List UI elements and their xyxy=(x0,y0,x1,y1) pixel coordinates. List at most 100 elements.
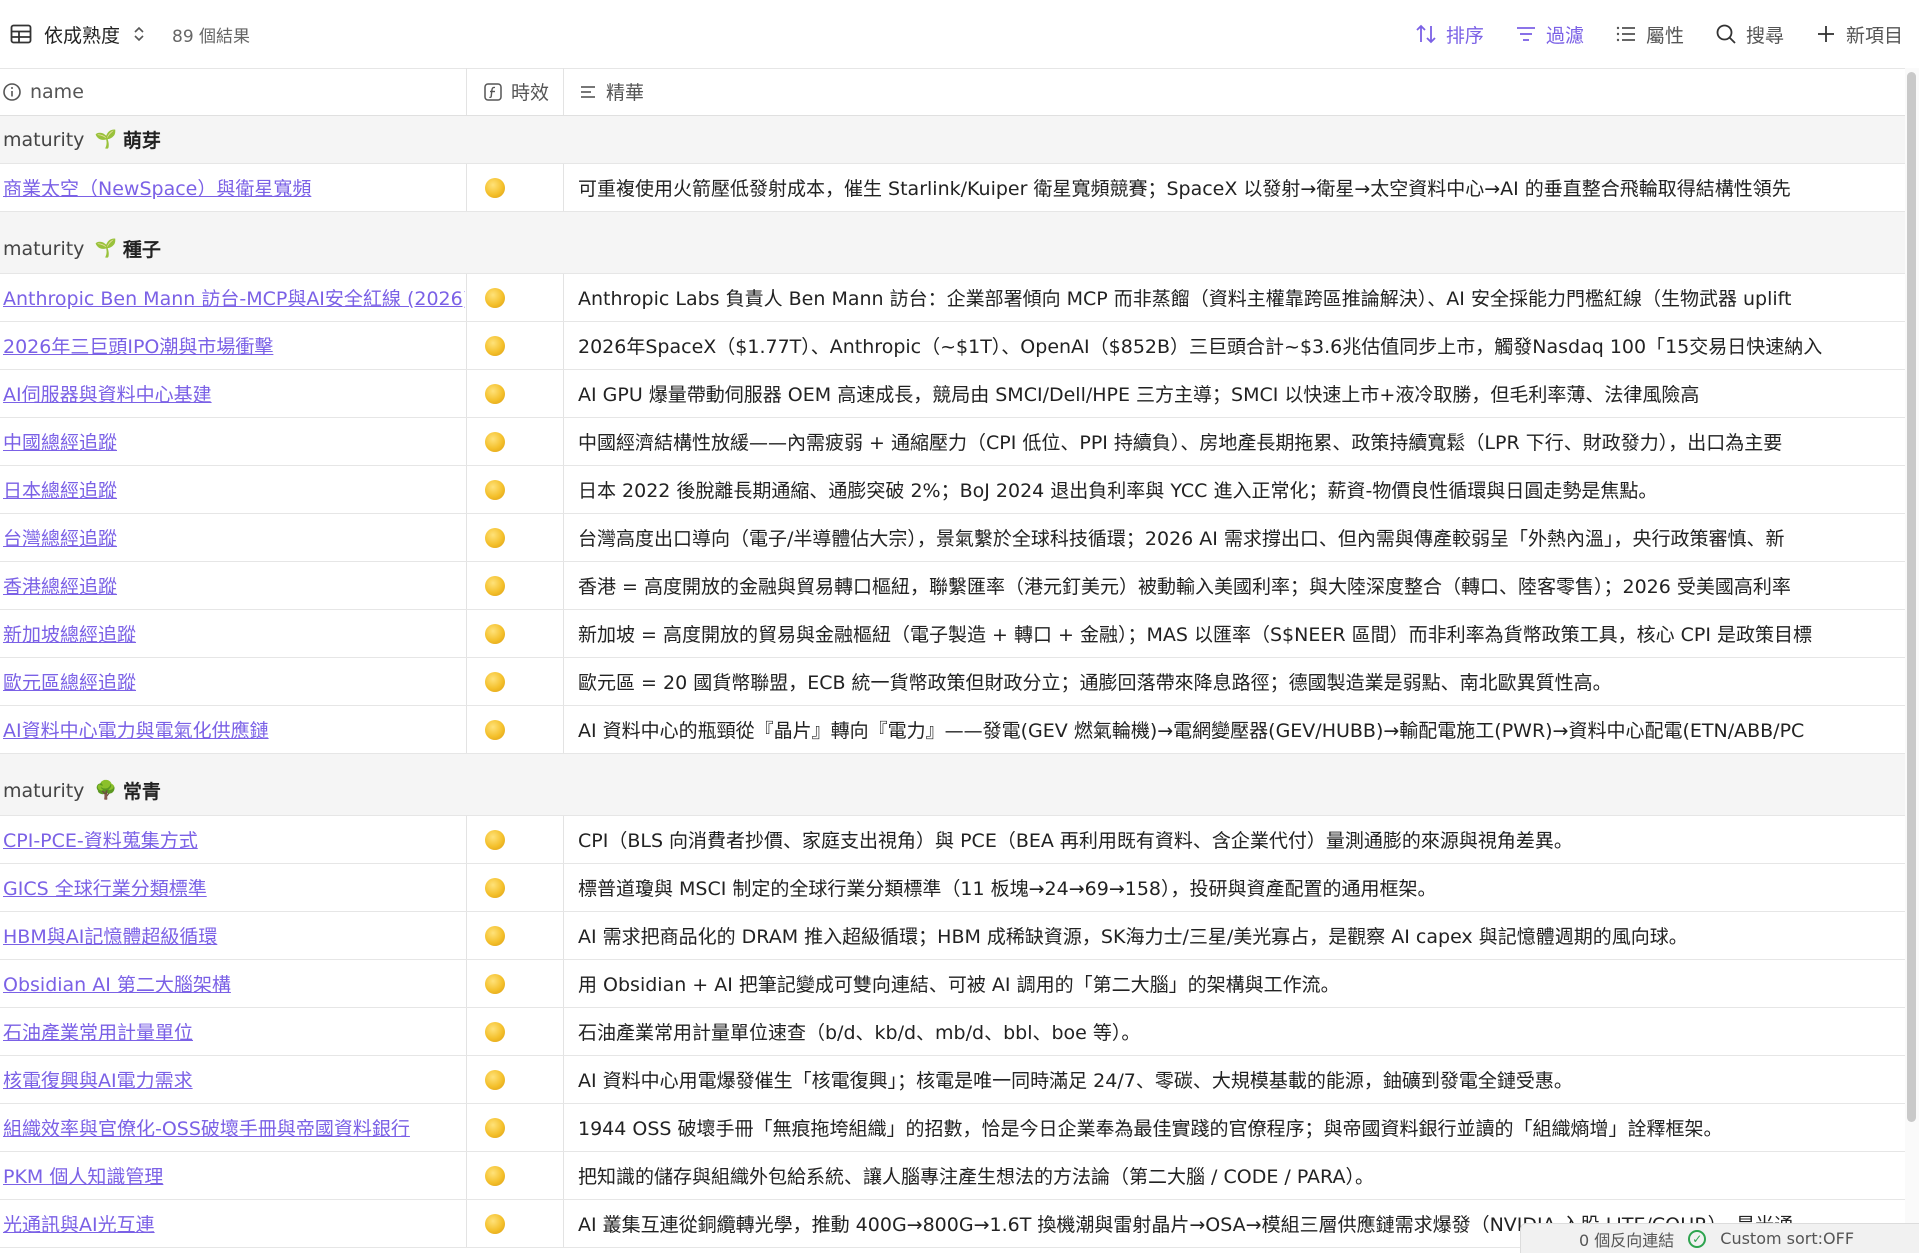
summary-cell[interactable]: 中國經濟結構性放緩——內需疲弱 + 通縮壓力（CPI 低位、PPI 持續負）、房… xyxy=(563,418,1905,465)
column-header-summary[interactable]: 精華 xyxy=(563,68,1905,115)
summary-cell[interactable]: 台灣高度出口導向（電子/半導體佔大宗），景氣繫於全球科技循環；2026 AI 需… xyxy=(563,514,1905,561)
status-dot-icon xyxy=(485,1117,505,1138)
summary-cell[interactable]: 石油產業常用計量單位速查（b/d、kb/d、mb/d、bbl、boe 等）。 xyxy=(563,1008,1905,1055)
status-dot-icon xyxy=(485,287,505,308)
table-row[interactable]: HBM與AI記憶體超級循環 AI 需求把商品化的 DRAM 推入超級循環；HBM… xyxy=(0,912,1905,960)
search-label: 搜尋 xyxy=(1745,24,1784,47)
summary-cell[interactable]: 用 Obsidian + AI 把筆記變成可雙向連結、可被 AI 調用的「第二大… xyxy=(563,960,1905,1007)
note-link[interactable]: 2026年三巨頭IPO潮與市場衝擊 xyxy=(3,332,273,359)
group-name: 常青 xyxy=(122,781,161,803)
column-header-effectiveness[interactable]: 時效 xyxy=(466,68,562,115)
properties-button[interactable]: 屬性 xyxy=(1614,21,1684,48)
note-link[interactable]: AI資料中心電力與電氣化供應鏈 xyxy=(3,716,269,743)
note-link[interactable]: PKM 個人知識管理 xyxy=(3,1162,163,1189)
table-row[interactable]: GICS 全球行業分類標準 標普道瓊與 MSCI 制定的全球行業分類標準（11 … xyxy=(0,864,1905,912)
seedling-icon: 🌱 xyxy=(94,129,117,150)
search-icon xyxy=(1716,24,1736,44)
column-name-label: name xyxy=(30,80,84,103)
note-link[interactable]: 中國總經追蹤 xyxy=(3,428,117,455)
table-row[interactable]: Anthropic Ben Mann 訪台-MCP與AI安全紅線 (2026) … xyxy=(0,274,1905,322)
table-row[interactable]: 新加坡總經追蹤 新加坡 = 高度開放的貿易與金融樞紐（電子製造 + 轉口 + 金… xyxy=(0,610,1905,658)
summary-cell[interactable]: Anthropic Labs 負責人 Ben Mann 訪台：企業部署傾向 MC… xyxy=(563,274,1905,321)
scrollbar-thumb[interactable] xyxy=(1907,72,1916,1122)
filter-button[interactable]: 過濾 xyxy=(1514,21,1584,48)
table-row[interactable]: 核電復興與AI電力需求 AI 資料中心用電爆發催生「核電復興」；核電是唯一同時滿… xyxy=(0,1056,1905,1104)
table-icon xyxy=(10,24,32,44)
table-header: name 時效 精華 xyxy=(0,68,1905,116)
summary-cell[interactable]: AI 資料中心的瓶頸從『晶片』轉向『電力』——發電(GEV 燃氣輪機)→電網變壓… xyxy=(563,706,1905,753)
note-link[interactable]: GICS 全球行業分類標準 xyxy=(3,874,207,901)
note-link[interactable]: 石油產業常用計量單位 xyxy=(3,1018,193,1045)
summary-cell[interactable]: AI 資料中心用電爆發催生「核電復興」；核電是唯一同時滿足 24/7、零碳、大規… xyxy=(563,1056,1905,1103)
group-header[interactable]: maturity 🌱 種子 xyxy=(0,212,1905,274)
note-link[interactable]: 歐元區總經追蹤 xyxy=(3,668,136,695)
note-link[interactable]: HBM與AI記憶體超級循環 xyxy=(3,922,217,949)
group-header[interactable]: maturity 🌱 萌芽 xyxy=(0,116,1905,164)
table-row[interactable]: Obsidian AI 第二大腦架構 用 Obsidian + AI 把筆記變成… xyxy=(0,960,1905,1008)
status-dot-icon xyxy=(485,973,505,994)
group-property-label: maturity xyxy=(3,128,85,151)
view-selector[interactable]: 依成熟度 89 個結果 xyxy=(10,0,250,68)
note-link[interactable]: 光通訊與AI光互連 xyxy=(3,1210,155,1237)
summary-cell[interactable]: 把知識的儲存與組織外包給系統、讓人腦專注產生想法的方法論（第二大腦 / CODE… xyxy=(563,1152,1905,1199)
table-row[interactable]: 歐元區總經追蹤 歐元區 = 20 國貨幣聯盟，ECB 統一貨幣政策但財政分立；通… xyxy=(0,658,1905,706)
summary-cell[interactable]: 新加坡 = 高度開放的貿易與金融樞紐（電子製造 + 轉口 + 金融）；MAS 以… xyxy=(563,610,1905,657)
table-row[interactable]: AI資料中心電力與電氣化供應鏈 AI 資料中心的瓶頸從『晶片』轉向『電力』——發… xyxy=(0,706,1905,754)
note-link[interactable]: 商業太空（NewSpace）與衛星寬頻 xyxy=(3,174,311,201)
table-row[interactable]: 台灣總經追蹤 台灣高度出口導向（電子/半導體佔大宗），景氣繫於全球科技循環；20… xyxy=(0,514,1905,562)
summary-cell[interactable]: CPI（BLS 向消費者抄價、家庭支出視角）與 PCE（BEA 再利用既有資料、… xyxy=(563,816,1905,863)
table-row[interactable]: 2026年三巨頭IPO潮與市場衝擊 2026年SpaceX（$1.77T）、An… xyxy=(0,322,1905,370)
summary-cell[interactable]: AI GPU 爆量帶動伺服器 OEM 高速成長，競局由 SMCI/Dell/HP… xyxy=(563,370,1905,417)
note-link[interactable]: Anthropic Ben Mann 訪台-MCP與AI安全紅線 (2026) xyxy=(3,284,465,311)
status-dot-icon xyxy=(485,623,505,644)
table-row[interactable]: CPI-PCE-資料蒐集方式 CPI（BLS 向消費者抄價、家庭支出視角）與 P… xyxy=(0,816,1905,864)
info-icon xyxy=(3,82,21,101)
summary-cell[interactable]: 香港 = 高度開放的金融與貿易轉口樞紐，聯繫匯率（港元釘美元）被動輸入美國利率；… xyxy=(563,562,1905,609)
group-header[interactable]: maturity 🌳 常青 xyxy=(0,754,1905,816)
status-dot-icon xyxy=(485,719,505,740)
status-dot-icon xyxy=(485,383,505,404)
status-dot-icon xyxy=(485,575,505,596)
note-link[interactable]: 日本總經追蹤 xyxy=(3,476,117,503)
table-row[interactable]: PKM 個人知識管理 把知識的儲存與組織外包給系統、讓人腦專注產生想法的方法論（… xyxy=(0,1152,1905,1200)
table-row[interactable]: AI伺服器與資料中心基建 AI GPU 爆量帶動伺服器 OEM 高速成長，競局由… xyxy=(0,370,1905,418)
status-dot-icon xyxy=(485,1021,505,1042)
summary-cell[interactable]: 標普道瓊與 MSCI 制定的全球行業分類標準（11 板塊→24→69→158），… xyxy=(563,864,1905,911)
note-link[interactable]: Obsidian AI 第二大腦架構 xyxy=(3,970,231,997)
note-link[interactable]: 組織效率與官僚化-OSS破壞手冊與帝國資料銀行 xyxy=(3,1114,410,1141)
status-dot-icon xyxy=(485,1213,505,1234)
vertical-scrollbar[interactable] xyxy=(1905,68,1919,1253)
note-link[interactable]: 香港總經追蹤 xyxy=(3,572,117,599)
status-dot-icon xyxy=(485,527,505,548)
search-button[interactable]: 搜尋 xyxy=(1714,21,1784,48)
sort-button[interactable]: 排序 xyxy=(1414,21,1484,48)
backlinks-count[interactable]: 0 個反向連結 xyxy=(1579,1227,1674,1251)
new-item-button[interactable]: 新項目 xyxy=(1814,21,1903,48)
summary-cell[interactable]: AI 需求把商品化的 DRAM 推入超級循環；HBM 成稀缺資源，SK海力士/三… xyxy=(563,912,1905,959)
note-link[interactable]: 新加坡總經追蹤 xyxy=(3,620,136,647)
note-link[interactable]: CPI-PCE-資料蒐集方式 xyxy=(3,826,198,853)
custom-sort-status[interactable]: Custom sort:OFF xyxy=(1720,1229,1854,1248)
table-row[interactable]: 組織效率與官僚化-OSS破壞手冊與帝國資料銀行 1944 OSS 破壞手冊「無痕… xyxy=(0,1104,1905,1152)
note-link[interactable]: 核電復興與AI電力需求 xyxy=(3,1066,193,1093)
table-row[interactable]: 商業太空（NewSpace）與衛星寬頻 可重複使用火箭壓低發射成本，催生 Sta… xyxy=(0,164,1905,212)
summary-cell[interactable]: 可重複使用火箭壓低發射成本，催生 Starlink/Kuiper 衛星寬頻競賽；… xyxy=(563,164,1905,211)
status-dot-icon xyxy=(485,335,505,356)
table-row[interactable]: 香港總經追蹤 香港 = 高度開放的金融與貿易轉口樞紐，聯繫匯率（港元釘美元）被動… xyxy=(0,562,1905,610)
chevron-updown-icon[interactable] xyxy=(132,24,146,44)
table-row[interactable]: 中國總經追蹤 中國經濟結構性放緩——內需疲弱 + 通縮壓力（CPI 低位、PPI… xyxy=(0,418,1905,466)
status-dot-icon xyxy=(485,877,505,898)
summary-cell[interactable]: 2026年SpaceX（$1.77T）、Anthropic（~$1T）、Open… xyxy=(563,322,1905,369)
table-row[interactable]: 石油產業常用計量單位 石油產業常用計量單位速查（b/d、kb/d、mb/d、bb… xyxy=(0,1008,1905,1056)
note-link[interactable]: AI伺服器與資料中心基建 xyxy=(3,380,212,407)
status-dot-icon xyxy=(485,671,505,692)
table-row[interactable]: 日本總經追蹤 日本 2022 後脫離長期通縮、通膨突破 2%；BoJ 2024 … xyxy=(0,466,1905,514)
column-header-name[interactable]: name xyxy=(0,68,465,115)
summary-cell[interactable]: 歐元區 = 20 國貨幣聯盟，ECB 統一貨幣政策但財政分立；通膨回落帶來降息路… xyxy=(563,658,1905,705)
result-count: 89 個結果 xyxy=(172,26,251,47)
note-link[interactable]: 台灣總經追蹤 xyxy=(3,524,117,551)
summary-cell[interactable]: 日本 2022 後脫離長期通縮、通膨突破 2%；BoJ 2024 退出負利率與 … xyxy=(563,466,1905,513)
filter-icon xyxy=(1516,27,1535,41)
view-name[interactable]: 依成熟度 xyxy=(44,21,120,48)
summary-cell[interactable]: 1944 OSS 破壞手冊「無痕拖垮組織」的招數，恰是今日企業奉為最佳實踐的官僚… xyxy=(563,1104,1905,1151)
